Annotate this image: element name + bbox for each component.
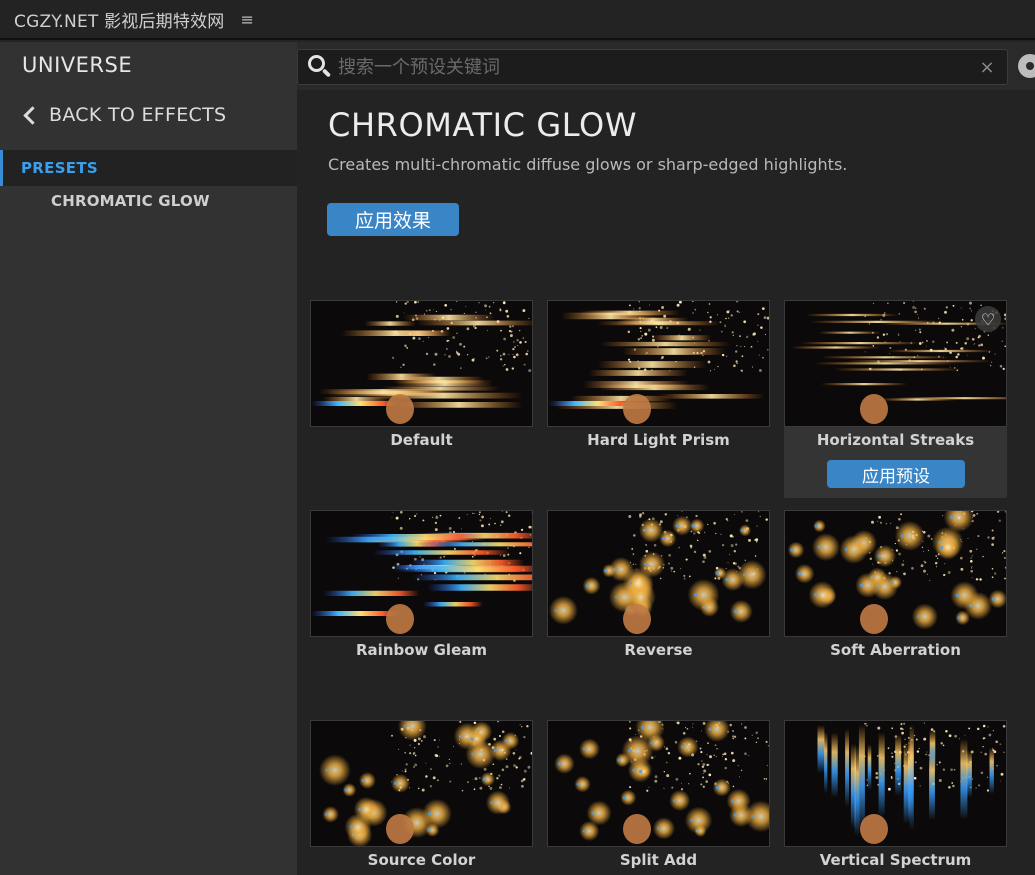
preset-name: Default <box>390 431 453 449</box>
preset-card[interactable]: Source Color <box>310 720 533 875</box>
preset-name: Rainbow Gleam <box>356 641 487 659</box>
effect-description: Creates multi-chromatic diffuse glows or… <box>328 155 848 174</box>
preset-thumbnail[interactable] <box>547 720 770 847</box>
effect-title: CHROMATIC GLOW <box>328 106 638 144</box>
preset-card[interactable]: ♡ Horizontal Streaks 应用预设 <box>784 300 1007 498</box>
search-input[interactable] <box>336 52 973 82</box>
gear-icon[interactable] <box>1018 54 1035 78</box>
title-bar: CGZY.NET 影视后期特效网 ≡ <box>0 0 1035 40</box>
hamburger-menu-icon[interactable]: ≡ <box>240 10 253 29</box>
sidebar-item-presets-label: PRESETS <box>21 159 98 177</box>
preset-card[interactable]: Hard Light Prism <box>547 300 770 498</box>
preset-name: Soft Aberration <box>830 641 961 659</box>
back-to-effects-link[interactable]: BACK TO EFFECTS <box>22 104 226 126</box>
search-icon <box>306 52 336 82</box>
preset-name: Reverse <box>624 641 693 659</box>
preset-thumbnail[interactable] <box>310 510 533 637</box>
search-bar: × <box>297 42 1035 90</box>
preset-name: Split Add <box>619 851 698 869</box>
preset-thumbnail[interactable] <box>784 510 1007 637</box>
sidebar-item-chromatic-glow[interactable]: CHROMATIC GLOW <box>51 192 210 210</box>
preset-thumbnail[interactable] <box>784 720 1007 847</box>
heart-icon[interactable]: ♡ <box>975 306 1001 332</box>
main-content: CHROMATIC GLOW Creates multi-chromatic d… <box>297 90 1035 875</box>
preset-name: Hard Light Prism <box>587 431 730 449</box>
app-title: CGZY.NET 影视后期特效网 <box>14 11 225 32</box>
sidebar-item-presets[interactable]: PRESETS <box>0 150 297 186</box>
preset-name: Horizontal Streaks <box>816 431 975 449</box>
brand-title: UNIVERSE <box>22 53 133 77</box>
preset-card[interactable]: Soft Aberration <box>784 510 1007 708</box>
preset-card[interactable]: Rainbow Gleam <box>310 510 533 708</box>
preset-thumbnail[interactable] <box>547 300 770 427</box>
sidebar: UNIVERSE BACK TO EFFECTS PRESETS CHROMAT… <box>0 42 297 875</box>
preset-card[interactable]: Default <box>310 300 533 498</box>
search-box: × <box>297 49 1008 85</box>
preset-thumbnail[interactable] <box>310 720 533 847</box>
preset-card[interactable]: Reverse <box>547 510 770 708</box>
preset-thumbnail[interactable] <box>547 510 770 637</box>
preset-name: Source Color <box>367 851 476 869</box>
preset-name: Vertical Spectrum <box>819 851 972 869</box>
preset-card[interactable]: Vertical Spectrum <box>784 720 1007 875</box>
apply-preset-button[interactable]: 应用预设 <box>827 460 965 488</box>
preset-thumbnail[interactable] <box>310 300 533 427</box>
clear-search-icon[interactable]: × <box>973 57 1001 78</box>
chevron-left-icon <box>23 105 42 125</box>
back-to-effects-label: BACK TO EFFECTS <box>49 104 227 126</box>
preset-thumbnail[interactable] <box>784 300 1007 427</box>
apply-effect-button[interactable]: 应用效果 <box>327 203 459 236</box>
preset-card[interactable]: Split Add <box>547 720 770 875</box>
